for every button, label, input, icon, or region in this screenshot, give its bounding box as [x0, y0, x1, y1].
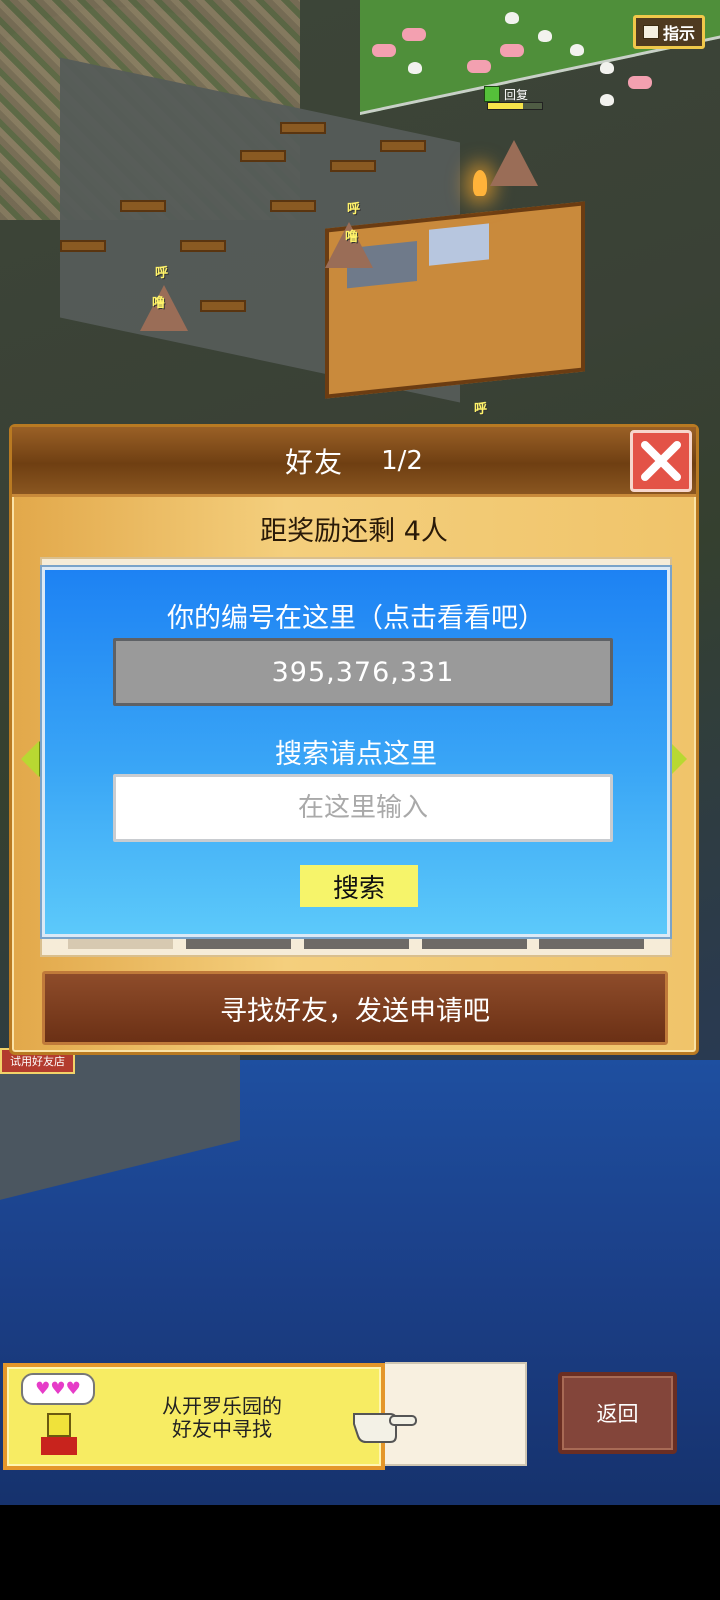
friend-slot[interactable]	[422, 935, 527, 949]
my-id-heading: 你的编号在这里（点击看看吧）	[167, 603, 545, 634]
snore-mark: 噜	[345, 230, 359, 245]
hint-button[interactable]: 指示	[633, 15, 705, 49]
recovery-icon	[484, 86, 500, 102]
snore-mark: 噜	[152, 296, 166, 311]
crate-stack	[270, 200, 316, 212]
friend-slot[interactable]	[304, 935, 409, 949]
recovery-progress-fill	[488, 103, 524, 109]
book-icon	[642, 25, 659, 39]
crate-stack	[240, 150, 286, 162]
friends-dialog: 好友 1/2 距奖励还剩 4人 你的编号在这里（点击看看吧） 395,376,3…	[9, 424, 699, 1055]
snore-mark: 呼	[474, 402, 488, 417]
dialog-page-indicator: 1/2	[381, 445, 423, 476]
search-button[interactable]: 搜索	[300, 865, 418, 907]
cairo-park-friend-helper[interactable]: ♥♥♥ 从开罗乐园的 好友中寻找	[3, 1363, 385, 1470]
helper-text-line2: 好友中寻找	[172, 1417, 272, 1441]
helper-text: 从开罗乐园的 好友中寻找	[137, 1395, 307, 1441]
pig	[402, 28, 426, 41]
chicken	[600, 62, 614, 74]
chicken	[570, 44, 584, 56]
system-navigation-area	[0, 1505, 720, 1600]
crate-stack	[330, 160, 376, 172]
chicken	[408, 62, 422, 74]
friend-slot[interactable]	[539, 935, 644, 949]
recovery-indicator: 回复	[484, 84, 528, 104]
arrow-right-icon[interactable]	[669, 741, 687, 777]
crate-stack	[280, 122, 326, 134]
crate-stack	[380, 140, 426, 152]
mascot-hearts-bubble: ♥♥♥	[21, 1373, 95, 1405]
pig	[372, 44, 396, 57]
recovery-progress-bar	[487, 102, 543, 110]
helper-text-line1: 从开罗乐园的	[162, 1394, 282, 1418]
pig	[500, 44, 524, 57]
arrow-left-icon[interactable]	[21, 741, 39, 777]
friend-slot[interactable]	[186, 935, 291, 949]
chicken	[505, 12, 519, 24]
pig	[628, 76, 652, 89]
my-id-display[interactable]: 395,376,331	[113, 638, 613, 706]
reward-remaining-text: 距奖励还剩 4人	[260, 516, 448, 547]
close-x-icon	[641, 441, 681, 481]
pig	[467, 60, 491, 73]
mascot-body	[47, 1413, 71, 1437]
snore-mark: 呼	[347, 202, 361, 217]
friend-slot[interactable]	[68, 935, 173, 949]
hint-label: 指示	[662, 24, 695, 43]
crate-stack	[200, 300, 246, 312]
find-friends-button[interactable]: 寻找好友，发送申请吧	[42, 971, 668, 1045]
trial-shop-label: 试用好友店	[10, 1055, 65, 1068]
pointing-hand-icon	[353, 1413, 417, 1443]
crate-stack	[60, 240, 106, 252]
dialog-title: 好友	[285, 445, 344, 479]
chicken	[600, 94, 614, 106]
friend-id-search-input[interactable]	[113, 774, 613, 842]
friend-id-panel: 你的编号在这里（点击看看吧） 395,376,331 搜索请点这里 搜索	[42, 567, 670, 937]
mascot-legs	[41, 1437, 77, 1455]
crate-stack	[120, 200, 166, 212]
crate-stack	[180, 240, 226, 252]
back-button[interactable]: 返回	[558, 1372, 677, 1454]
chicken	[538, 30, 552, 42]
snore-mark: 呼	[155, 266, 169, 281]
dialog-header: 好友 1/2	[12, 427, 696, 497]
mascot-icon: ♥♥♥	[19, 1373, 99, 1461]
tent	[490, 140, 538, 186]
torch	[473, 170, 487, 196]
close-button[interactable]	[630, 430, 692, 492]
search-heading: 搜索请点这里	[275, 739, 437, 770]
recovery-label: 回复	[504, 87, 529, 102]
